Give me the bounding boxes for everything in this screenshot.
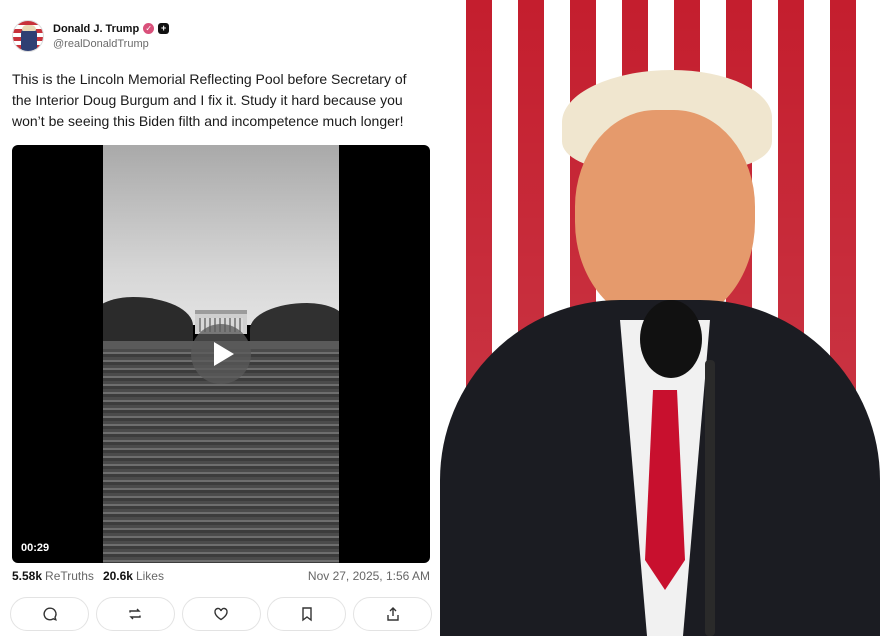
author-avatar[interactable] xyxy=(12,20,44,52)
retruths-count[interactable]: 5.58k xyxy=(12,569,42,583)
video-duration: 00:29 xyxy=(21,542,50,554)
play-icon[interactable] xyxy=(191,324,251,384)
likes-label[interactable]: Likes xyxy=(136,569,164,583)
bookmark-icon xyxy=(302,607,312,622)
reply-icon xyxy=(42,607,57,621)
verified-check-icon: ✓ xyxy=(143,23,155,34)
share-button[interactable] xyxy=(353,597,432,631)
post-header: Donald J. Trump ✓ + @realDonaldTrump xyxy=(12,16,170,56)
like-heart-icon xyxy=(214,607,228,621)
retruth-button[interactable] xyxy=(95,597,175,631)
post-stats: 5.58k ReTruths 20.6k Likes Nov 27, 2025,… xyxy=(12,569,430,583)
post-timestamp[interactable]: Nov 27, 2025, 1:56 AM xyxy=(308,569,430,583)
bookmark-button[interactable] xyxy=(267,597,347,631)
action-bar xyxy=(10,597,432,631)
author-handle[interactable]: @realDonaldTrump xyxy=(53,38,169,50)
retruths-label[interactable]: ReTruths xyxy=(45,569,94,583)
microphone-stand xyxy=(705,360,715,636)
microphone-icon xyxy=(640,300,702,378)
video-player[interactable]: 00:29 xyxy=(12,145,430,563)
truth-post: Donald J. Trump ✓ + @realDonaldTrump Thi… xyxy=(0,0,440,636)
plus-badge-icon: + xyxy=(158,23,170,34)
face-shape xyxy=(575,110,755,325)
likes-count[interactable]: 20.6k xyxy=(103,569,133,583)
like-button[interactable] xyxy=(181,597,261,631)
retruth-icon xyxy=(129,608,141,620)
author-display-name[interactable]: Donald J. Trump xyxy=(53,23,139,35)
name-row: Donald J. Trump ✓ + xyxy=(53,23,170,35)
author-names: Donald J. Trump ✓ + @realDonaldTrump xyxy=(53,23,170,50)
share-icon xyxy=(386,607,399,621)
reply-button[interactable] xyxy=(10,597,89,631)
speaker-photo xyxy=(440,0,880,636)
post-text: This is the Lincoln Memorial Reflecting … xyxy=(12,71,407,129)
